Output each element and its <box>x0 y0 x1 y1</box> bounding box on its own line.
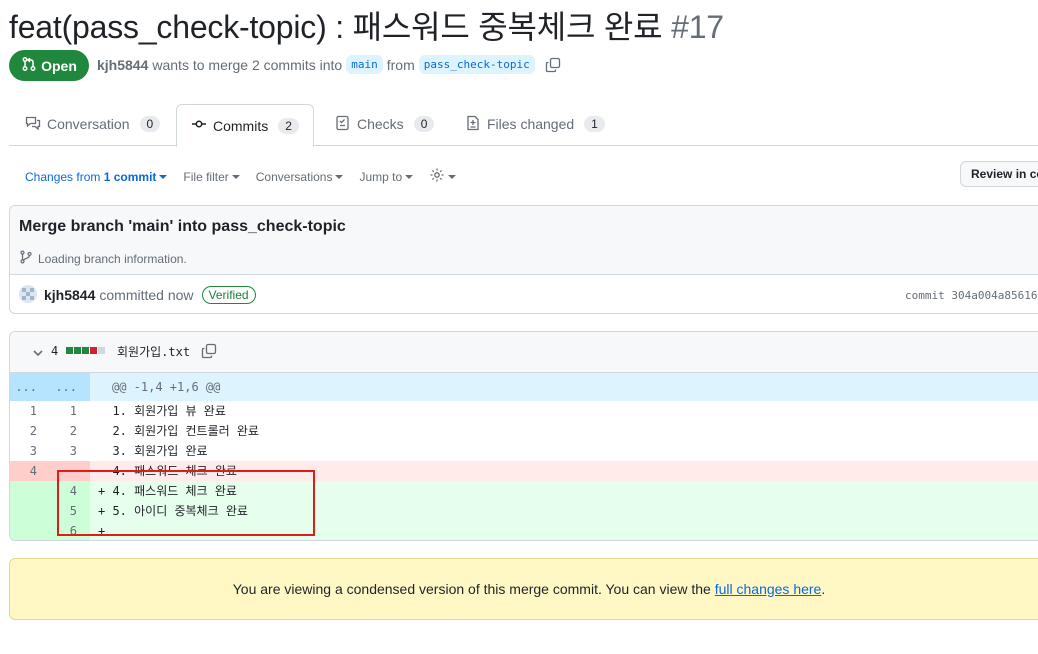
changes-from-prefix: Changes from <box>25 169 101 184</box>
tab-files-changed[interactable]: Files changed 1 <box>451 104 619 144</box>
diff-line-code: 2. 회원가입 컨트롤러 완료 <box>98 424 259 438</box>
diffstat-block <box>82 347 89 354</box>
tab-counter: 1 <box>584 116 605 132</box>
pr-number: #17 <box>671 9 724 45</box>
review-in-codespace-button[interactable]: Review in co <box>960 161 1038 187</box>
settings-dropdown[interactable] <box>429 167 457 186</box>
avatar[interactable] <box>19 285 37 303</box>
new-line-number[interactable]: 2 <box>50 421 90 441</box>
diffstat-block <box>98 347 105 354</box>
branch-info-text: Loading branch information. <box>38 251 187 266</box>
gear-icon <box>429 167 445 186</box>
diff-line-code: 1. 회원가입 뷰 완료 <box>98 404 226 418</box>
commit-message: Merge branch 'main' into pass_check-topi… <box>19 218 346 235</box>
new-line-number[interactable]: 1 <box>50 401 90 421</box>
chevron-down-icon <box>405 175 414 180</box>
jump-to-label: Jump to <box>359 169 403 184</box>
conversations-label: Conversations <box>255 169 333 184</box>
tab-counter: 0 <box>139 116 161 132</box>
file-name[interactable]: 회원가입.txt <box>117 343 190 360</box>
old-line-number[interactable] <box>10 521 50 540</box>
head-branch[interactable]: pass_check-topic <box>418 55 535 74</box>
copy-icon[interactable] <box>201 343 217 364</box>
old-line-number[interactable] <box>10 481 50 501</box>
commit-author[interactable]: kjh5844 <box>44 287 95 303</box>
pull-request-icon <box>21 56 37 75</box>
chevron-down-icon <box>231 175 240 180</box>
tab-commits[interactable]: Commits 2 <box>176 104 314 147</box>
chevron-down-icon <box>335 175 344 180</box>
diffstat-bar <box>66 347 105 354</box>
verified-badge[interactable]: Verified <box>201 286 256 304</box>
notice-end: . <box>821 581 826 597</box>
tab-label: Files changed <box>487 116 575 132</box>
from-text: from <box>386 56 415 73</box>
annotation-highlight-box <box>57 470 315 536</box>
diffstat-block <box>74 347 81 354</box>
pr-meta: kjh5844 wants to merge 2 commits into ma… <box>97 55 561 74</box>
pr-tabs: Conversation 0 Commits 2 Checks 0 Files … <box>9 104 1038 147</box>
commit-header: Merge branch 'main' into pass_check-topi… <box>10 206 1038 275</box>
commit-author-line: kjh5844 committed now Verified <box>44 286 256 304</box>
tab-counter: 2 <box>278 117 299 134</box>
diff-line-code: 3. 회원가입 완료 <box>98 444 208 458</box>
status-label: Open <box>41 57 77 74</box>
changes-from-dropdown[interactable]: Changes from 1 commit <box>25 169 168 184</box>
conversations-dropdown[interactable]: Conversations <box>256 170 344 184</box>
pr-title-text: feat(pass_check-topic) : 패스워드 중복체크 완료 <box>9 9 663 45</box>
file-filter-dropdown[interactable]: File filter <box>183 169 240 184</box>
chevron-down-icon <box>448 174 457 179</box>
checks-icon <box>335 115 351 134</box>
commit-sha[interactable]: commit 304a004a85616b <box>905 289 1038 302</box>
merge-text: wants to merge 2 commits into <box>152 56 343 73</box>
file-header: 4 회원가입.txt <box>10 332 1038 373</box>
jump-to-dropdown[interactable]: Jump to <box>359 169 414 184</box>
old-line-number[interactable]: 3 <box>10 441 50 461</box>
commit-icon <box>191 116 207 135</box>
old-line-number[interactable]: 4 <box>10 461 50 481</box>
branch-info: Loading branch information. <box>19 250 187 267</box>
tab-counter: 0 <box>413 116 435 132</box>
base-branch[interactable]: main <box>346 55 383 74</box>
old-line-number[interactable]: 1 <box>10 401 50 421</box>
expand-down-button[interactable]: ... <box>50 373 90 401</box>
tab-checks[interactable]: Checks 0 <box>321 104 448 144</box>
committed-text: committed now <box>99 287 194 303</box>
author-link[interactable]: kjh5844 <box>97 57 148 73</box>
chevron-down-icon[interactable] <box>32 346 44 364</box>
page-title: feat(pass_check-topic) : 패스워드 중복체크 완료 #1… <box>9 2 724 48</box>
commit-footer: kjh5844 committed now Verified commit 30… <box>10 275 1038 313</box>
old-line-number[interactable]: 2 <box>10 421 50 441</box>
old-line-number[interactable] <box>10 501 50 521</box>
diff-line: 3 3 3. 회원가입 완료 <box>10 441 1038 461</box>
tab-label: Commits <box>213 117 269 134</box>
tab-conversation[interactable]: Conversation 0 <box>11 104 174 144</box>
file-diff-icon <box>465 115 481 134</box>
diffstat-block <box>66 347 73 354</box>
diff-line: 2 2 2. 회원가입 컨트롤러 완료 <box>10 421 1038 441</box>
commit-box: Merge branch 'main' into pass_check-topi… <box>9 205 1038 314</box>
full-changes-link[interactable]: full changes here <box>715 581 822 597</box>
status-badge: Open <box>9 50 89 81</box>
diff-line: 1 1 1. 회원가입 뷰 완료 <box>10 401 1038 421</box>
hunk-row: ... ... @@ -1,4 +1,6 @@ <box>10 373 1038 401</box>
diffstat-block <box>90 347 97 354</box>
tab-label: Checks <box>357 116 404 132</box>
copy-icon[interactable] <box>545 57 561 73</box>
diffstat-count: 4 <box>51 344 59 358</box>
conversation-icon <box>25 115 41 134</box>
new-line-number[interactable]: 3 <box>50 441 90 461</box>
git-branch-icon <box>19 250 33 267</box>
chevron-down-icon <box>159 175 168 180</box>
condensed-merge-notice: You are viewing a condensed version of t… <box>9 558 1038 620</box>
changes-from-value: 1 commit <box>103 169 157 184</box>
expand-up-button[interactable]: ... <box>10 373 50 401</box>
hunk-header: @@ -1,4 +1,6 @@ <box>112 380 221 394</box>
file-filter-label: File filter <box>183 169 229 184</box>
notice-text: You are viewing a condensed version of t… <box>232 581 711 597</box>
tab-label: Conversation <box>47 116 130 132</box>
diff-toolbar: Changes from 1 commit File filter Conver… <box>25 167 457 186</box>
